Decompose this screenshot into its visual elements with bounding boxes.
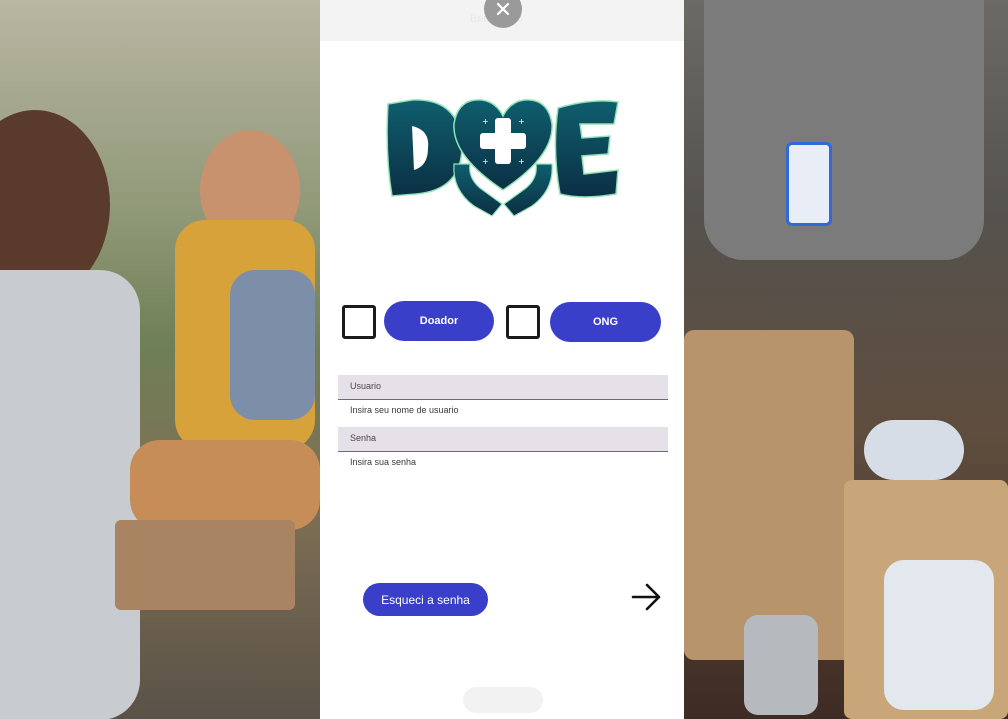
child-figure [230,270,315,420]
username-hint: Insira seu nome de usuario [350,405,459,415]
arrow-right-icon[interactable] [630,582,664,612]
faded-button [463,687,543,713]
svg-text:+: + [482,117,489,126]
cardboard-box [115,520,295,610]
password-hint: Insira sua senha [350,457,417,467]
background-photo-right [684,0,1008,719]
water-bottles [884,560,994,710]
password-input[interactable]: Senha [338,427,668,452]
doe-logo: + + + + [386,99,619,217]
person-body [0,270,140,719]
login-panel: Bem-vindo + + + + Doador O [320,0,684,719]
username-field[interactable]: Usuario Insira seu nome de usuario [338,375,668,415]
badge [786,142,832,226]
volunteer-shirt [704,0,984,260]
tin-can [744,615,818,715]
water-bottle [864,420,964,480]
doador-checkbox[interactable] [342,305,376,339]
ong-checkbox[interactable] [506,305,540,339]
forgot-password-button[interactable]: Esqueci a senha [363,583,488,616]
username-input[interactable]: Usuario [338,375,668,400]
close-icon [496,2,510,16]
svg-text:+: + [482,157,489,166]
password-field[interactable]: Senha Insira sua senha [338,427,668,467]
svg-text:+: + [518,117,525,126]
cardboard-box [684,330,854,660]
bread-loaf [130,440,320,530]
background-photo-left [0,0,320,719]
ong-button[interactable]: ONG [550,302,661,342]
svg-text:+: + [518,157,525,166]
doador-button[interactable]: Doador [384,301,494,341]
